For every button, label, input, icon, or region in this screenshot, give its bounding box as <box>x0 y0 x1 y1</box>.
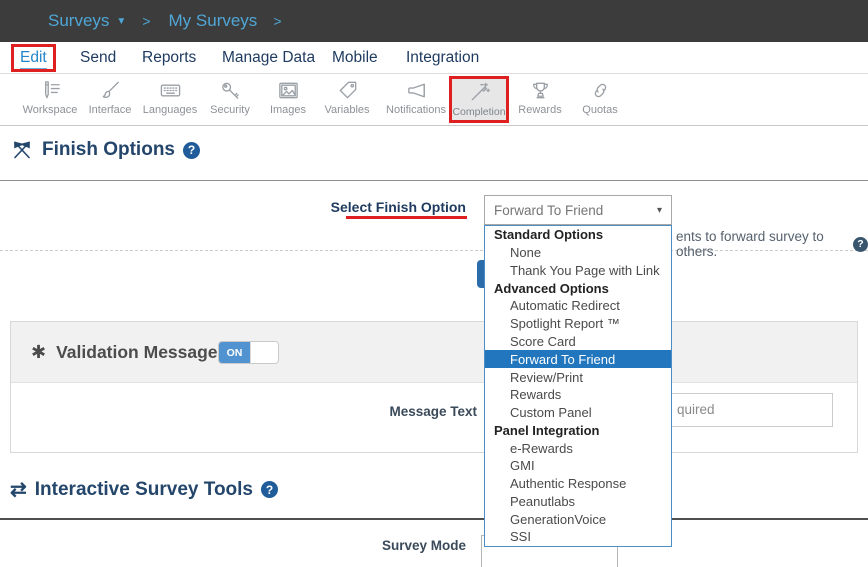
dropdown-group-panel-integration: Panel Integration <box>485 421 671 439</box>
toolbar-item-variables[interactable]: Variables <box>312 79 382 116</box>
tab-send[interactable]: Send <box>80 49 116 67</box>
tab-mobile[interactable]: Mobile <box>332 49 378 67</box>
swap-arrows-icon: ⇄ <box>10 477 27 502</box>
finish-option-select[interactable]: Forward To Friend ▾ <box>484 195 672 225</box>
finish-options-heading: Finish Options ? <box>10 138 200 162</box>
rewards-icon <box>529 79 552 102</box>
dropdown-option-thank-you-page-with-link[interactable]: Thank You Page with Link <box>485 262 671 280</box>
toggle-knob <box>250 342 278 363</box>
tab-label: Mobile <box>332 49 378 67</box>
dropdown-group-standard-options: Standard Options <box>485 226 671 244</box>
breadcrumb-my-surveys[interactable]: My Surveys <box>169 11 258 31</box>
dropdown-option-rewards[interactable]: Rewards <box>485 386 671 404</box>
dropdown-option-ssi[interactable]: SSI <box>485 528 671 546</box>
finish-flags-icon <box>10 138 34 162</box>
toolbar-item-label: Notifications <box>386 104 446 116</box>
dropdown-option-generationvoice[interactable]: GenerationVoice <box>485 510 671 528</box>
validation-message-section: ✱ Validation Message ON Message Text qui… <box>10 321 858 453</box>
survey-mode-label: Survey Mode <box>180 538 466 553</box>
validation-asterisk-icon: ✱ <box>31 342 46 363</box>
tab-reports[interactable]: Reports <box>142 49 196 67</box>
quotas-icon <box>589 79 612 102</box>
annotation-underline <box>346 216 467 219</box>
validation-message-body: Message Text quired <box>11 383 857 452</box>
toolbar-item-label: Languages <box>143 104 197 116</box>
tab-label: Reports <box>142 49 196 67</box>
tab-label: Send <box>80 49 116 67</box>
dropdown-option-custom-panel[interactable]: Custom Panel <box>485 404 671 422</box>
toolbar-item-notifications[interactable]: Notifications <box>381 79 451 116</box>
tab-label: Edit <box>20 49 47 70</box>
toolbar-item-label: Completion <box>452 106 505 118</box>
caret-down-icon[interactable]: ▼ <box>116 16 126 27</box>
tab-integration[interactable]: Integration <box>406 49 479 67</box>
selected-value: Forward To Friend <box>494 203 603 218</box>
message-text-label: Message Text <box>181 404 477 419</box>
page-title: Finish Options <box>42 139 175 161</box>
chevron-right-icon: > <box>142 13 150 29</box>
toolbar-item-label: Security <box>210 104 250 116</box>
toolbar-item-label: Variables <box>324 104 369 116</box>
images-icon <box>277 79 300 102</box>
select-finish-option-label: Select Finish Option <box>180 199 466 215</box>
forward-note: ents to forward survey to others. ? <box>676 229 868 259</box>
tab-manage-data[interactable]: Manage Data <box>222 49 315 67</box>
dropdown-option-gmi[interactable]: GMI <box>485 457 671 475</box>
notifications-icon <box>405 79 428 102</box>
help-icon[interactable]: ? <box>183 142 200 159</box>
interactive-survey-tools-heading: ⇄ Interactive Survey Tools ? <box>10 477 278 502</box>
caret-down-icon: ▾ <box>657 205 662 216</box>
help-icon[interactable]: ? <box>261 481 278 498</box>
toolbar-item-label: Images <box>270 104 306 116</box>
tab-bar: Edit Send Reports Manage Data Mobile Integrat… <box>0 42 868 74</box>
section-title: Interactive Survey Tools <box>35 479 253 501</box>
dropdown-option-authentic-response[interactable]: Authentic Response <box>485 475 671 493</box>
divider <box>0 180 868 181</box>
validation-message-title: Validation Message <box>56 342 217 363</box>
tab-label: Manage Data <box>222 49 315 67</box>
variables-icon <box>336 79 359 102</box>
dropdown-option-none[interactable]: None <box>485 244 671 262</box>
toggle-on-label: ON <box>219 342 250 363</box>
toolbar-item-label: Rewards <box>518 104 561 116</box>
dropdown-option-score-card[interactable]: Score Card <box>485 333 671 351</box>
breadcrumb: Surveys ▼ > My Surveys > <box>0 0 868 42</box>
toolbar-item-quotas[interactable]: Quotas <box>565 79 635 116</box>
tab-label: Integration <box>406 49 479 67</box>
dropdown-option-review-print[interactable]: Review/Print <box>485 368 671 386</box>
app-window: Surveys ▼ > My Surveys > Edit Send Reports… <box>0 0 868 567</box>
divider <box>0 518 868 520</box>
security-icon <box>219 79 242 102</box>
toolbar-item-label: Workspace <box>23 104 78 116</box>
interface-icon <box>99 79 122 102</box>
tab-edit[interactable]: Edit <box>20 49 47 70</box>
validation-toggle[interactable]: ON <box>218 341 279 364</box>
message-text-value: quired <box>677 402 715 417</box>
workspace-icon <box>39 79 62 102</box>
chevron-right-icon: > <box>273 13 281 29</box>
dropdown-group-advanced-options: Advanced Options <box>485 279 671 297</box>
completion-icon <box>468 81 491 104</box>
languages-icon <box>159 79 182 102</box>
dropdown-option-automatic-redirect[interactable]: Automatic Redirect <box>485 297 671 315</box>
dropdown-option-spotlight-report[interactable]: Spotlight Report ™ <box>485 315 671 333</box>
toolbar-item-label: Quotas <box>582 104 617 116</box>
help-icon[interactable]: ? <box>853 237 868 252</box>
dropdown-option-e-rewards[interactable]: e-Rewards <box>485 439 671 457</box>
dropdown-option-forward-to-friend[interactable]: Forward To Friend <box>485 350 671 368</box>
forward-note-text: ents to forward survey to others. <box>676 229 847 259</box>
toolbar-item-completion[interactable]: Completion <box>449 76 509 123</box>
dropdown-option-peanutlabs[interactable]: Peanutlabs <box>485 492 671 510</box>
toolbar-item-label: Interface <box>89 104 132 116</box>
breadcrumb-surveys[interactable]: Surveys <box>48 11 109 31</box>
icon-toolbar: Workspace Interface Languages Security Image… <box>0 75 868 126</box>
validation-message-header: ✱ Validation Message ON <box>11 322 857 383</box>
finish-option-dropdown: Standard OptionsNoneThank You Page with … <box>484 225 672 547</box>
